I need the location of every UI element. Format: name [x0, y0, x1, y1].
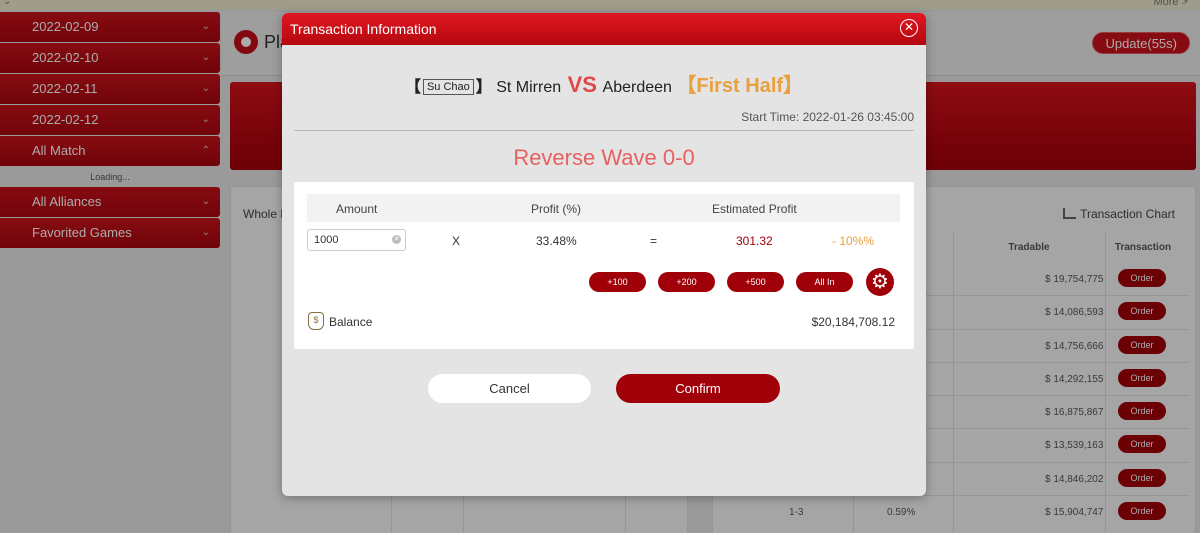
header-profit: Profit (%) — [531, 202, 582, 216]
header-amount: Amount — [336, 202, 378, 216]
divider — [294, 130, 914, 131]
modal-header: Transaction Information ✕ — [282, 13, 926, 45]
home-team: St Mirren — [496, 79, 562, 96]
add-500-button[interactable]: +500 — [727, 272, 784, 292]
cancel-button[interactable]: Cancel — [428, 374, 591, 403]
vs-label: VS — [567, 72, 597, 97]
modal-title: Transaction Information — [290, 21, 437, 37]
equals-sign: = — [650, 234, 658, 248]
gear-icon[interactable]: ⚙ — [866, 268, 894, 296]
league-name: Su Chao — [422, 79, 474, 95]
add-100-button[interactable]: +100 — [589, 272, 646, 292]
away-team: Aberdeen — [602, 79, 672, 96]
start-time: Start Time: 2022-01-26 03:45:00 — [741, 110, 914, 124]
header-estimated-profit: Estimated Profit — [712, 202, 797, 216]
all-in-button[interactable]: All In — [796, 272, 853, 292]
balance-value: $20,184,708.12 — [811, 315, 895, 329]
add-200-button[interactable]: +200 — [658, 272, 715, 292]
market-name: Reverse Wave 0-0 — [513, 145, 695, 170]
half-label: 【First Half】 — [676, 75, 804, 97]
confirm-button[interactable]: Confirm — [616, 374, 780, 403]
clear-input-icon[interactable]: ✕ — [392, 235, 401, 244]
amount-input[interactable]: 1000 ✕ — [307, 229, 406, 251]
multiply-sign: X — [452, 234, 461, 248]
profit-percent: 33.48% — [536, 234, 577, 248]
bet-card-header: Amount Profit (%) Estimated Profit — [307, 194, 900, 222]
transaction-modal: Transaction Information ✕ 【Su Chao】 St M… — [282, 13, 926, 496]
match-line: 【Su Chao】 St Mirren VS Aberdeen 【First H… — [282, 69, 926, 98]
balance-label: Balance — [329, 315, 373, 329]
estimated-profit-value: 301.32 — [736, 234, 773, 248]
close-icon[interactable]: ✕ — [900, 19, 918, 37]
bet-card: Amount Profit (%) Estimated Profit 1000 … — [294, 182, 914, 349]
amount-value: 1000 — [314, 234, 339, 246]
bracket-right: 】 — [475, 79, 492, 96]
money-bag-icon: $ — [308, 312, 324, 330]
bracket-left: 【 — [404, 79, 421, 96]
fee-percent: - 10%% — [832, 234, 875, 248]
